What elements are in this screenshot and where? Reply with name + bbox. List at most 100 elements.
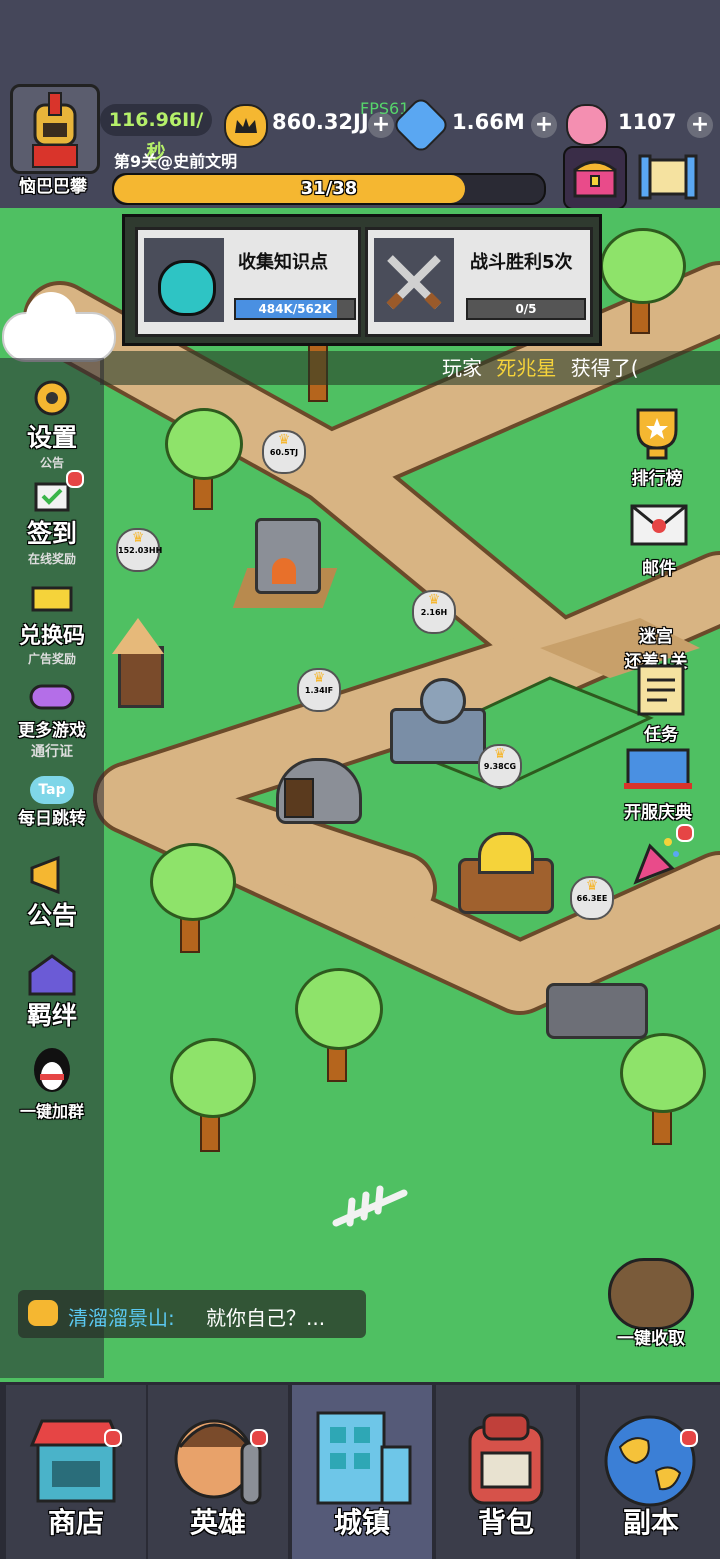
chat-message: 就你自己？...	[206, 1306, 326, 1330]
treasure-chest-button[interactable]	[563, 146, 627, 210]
forge-building[interactable]	[230, 508, 340, 618]
gear-icon	[34, 380, 70, 416]
candy-icon	[566, 104, 608, 146]
chat-speaker: 清溜溜景山:	[68, 1306, 175, 1330]
collect-all-button[interactable]: 一键收取	[604, 1258, 698, 1349]
task-button[interactable]: 任务	[616, 660, 706, 745]
checkin-notification-dot	[66, 470, 84, 488]
tap-icon: Tap	[30, 776, 74, 804]
coins-bag-icon	[608, 1258, 694, 1330]
redeem-code-button[interactable]: 兑换码 广告奖励	[0, 584, 104, 667]
hut-building[interactable]	[100, 618, 180, 708]
announcement-label: 公告	[26, 901, 77, 930]
chat-bar[interactable]: 清溜溜景山: 就你自己？...	[18, 1290, 366, 1338]
nav-shop[interactable]: 商店	[4, 1385, 146, 1559]
settings-label: 设置	[26, 423, 77, 452]
checkin-button[interactable]: 签到 在线奖励	[0, 478, 104, 567]
shop-notification-dot	[104, 1429, 122, 1447]
redeem-code-label: 兑换码	[18, 624, 85, 649]
pot-icon	[144, 238, 224, 322]
ranking-label: 排行榜	[631, 469, 683, 489]
arena-building[interactable]	[540, 963, 650, 1043]
ranking-button[interactable]: 排行榜	[610, 404, 704, 489]
quest-panel: 收集知识点 484K/562K 战斗胜利5次 0/5	[122, 214, 602, 346]
daily-jump-button[interactable]: Tap 每日跳转	[0, 776, 104, 829]
town-map[interactable]: ♛ 60.5TJ ♛ 152.03HH ♛ 2.16H ♛ 1.34IF ♛ 9.38CG…	[0, 208, 720, 1385]
trophy-icon	[636, 408, 678, 460]
dungeon-notification-dot	[680, 1429, 698, 1447]
announcement-button[interactable]: 公告	[0, 852, 104, 932]
cave-building[interactable]	[262, 748, 372, 828]
more-games-label: 更多游戏	[18, 721, 86, 741]
building-output-label: ♛ 2.16H	[412, 590, 456, 634]
settings-button[interactable]: 设置 公告	[0, 378, 104, 471]
ticker-suffix: 获得了(	[570, 356, 639, 380]
chat-bubble-icon	[28, 1300, 58, 1326]
mail-button[interactable]: 邮件	[612, 498, 706, 579]
battle-pass-sublabel: 通行证	[31, 744, 73, 760]
quest-progress-text: 484K/562K	[258, 302, 332, 316]
bond-button[interactable]: 羁绊	[0, 952, 104, 1032]
map-scroll-button[interactable]	[636, 146, 700, 206]
income-rate-badge: 116.96II/秒	[100, 104, 212, 163]
building-output-label: ♛ 66.3EE	[570, 876, 614, 920]
nav-town[interactable]: 城镇	[290, 1385, 432, 1559]
swirl-gem-icon	[391, 95, 451, 155]
ad-reward-sublabel: 广告奖励	[27, 652, 76, 666]
backpack-icon	[468, 1413, 544, 1505]
bones-decoration	[330, 1183, 410, 1233]
cloud-mascot[interactable]	[2, 292, 116, 362]
tribal-hall-building[interactable]	[448, 828, 558, 918]
quest-progress-bar: 0/5	[466, 298, 586, 320]
nav-backpack[interactable]: 背包	[434, 1385, 576, 1559]
crossed-swords-icon	[374, 238, 454, 322]
nav-dungeon-label: 副本	[622, 1506, 679, 1539]
celebration-label: 开服庆典	[624, 803, 692, 823]
nav-hero[interactable]: 英雄	[146, 1385, 288, 1559]
house-shield-icon	[28, 954, 76, 996]
quest-title: 收集知识点	[238, 252, 328, 273]
party-popper-icon[interactable]	[628, 832, 684, 888]
player-name: 恼巴巴攀	[19, 177, 87, 197]
envelope-icon	[630, 504, 688, 546]
player-avatar[interactable]	[10, 84, 100, 174]
ticker-prefix: 玩家	[442, 356, 482, 380]
building-output-label: ♛ 60.5TJ	[262, 430, 306, 474]
celebration-notification-dot	[676, 824, 694, 842]
quest-card[interactable]: 收集知识点 484K/562K	[135, 227, 361, 337]
quest-card[interactable]: 战斗胜利5次 0/5	[365, 227, 593, 337]
more-games-button[interactable]: 更多游戏 通行证	[0, 682, 104, 761]
ticker-player-name: 死兆星	[496, 356, 557, 380]
join-group-button[interactable]: 一键加群	[0, 1044, 104, 1122]
add-gems-button[interactable]: +	[531, 112, 557, 138]
crown-icon	[224, 104, 268, 148]
stone-house-building[interactable]	[380, 678, 490, 768]
penguin-icon	[34, 1048, 70, 1092]
quest-title: 战斗胜利5次	[470, 252, 573, 273]
bond-label: 羁绊	[26, 1001, 77, 1030]
broadcast-ticker: 玩家 死兆星 获得了(	[100, 351, 720, 385]
crown-amount: 860.32JJ	[272, 110, 369, 134]
daily-jump-label: 每日跳转	[18, 809, 86, 829]
quest-progress-text: 0/5	[515, 302, 537, 316]
maze-label: 迷宫	[639, 627, 673, 647]
spartan-helmet-icon	[32, 92, 78, 168]
announcement-sublabel: 公告	[39, 456, 64, 470]
stage-progress-text: 31/38	[300, 178, 358, 199]
join-group-label: 一键加群	[19, 1102, 84, 1121]
top-bar: 恼巴巴攀 116.96II/秒 第9关@史前文明 31/38 860.32JJ …	[0, 0, 720, 210]
checkin-label: 签到	[26, 519, 77, 548]
scroll-map-icon	[638, 154, 698, 200]
building-output-label: ♛ 9.38CG	[478, 744, 522, 788]
hero-icon	[174, 1419, 262, 1505]
collect-all-label: 一键收取	[617, 1329, 685, 1349]
treasure-chest-icon	[573, 160, 617, 198]
candy-amount: 1107	[618, 110, 677, 134]
celebration-button[interactable]: 开服庆典	[606, 746, 710, 823]
add-candy-button[interactable]: +	[687, 112, 713, 138]
globe-icon	[604, 1415, 696, 1507]
building-output-label: ♛ 152.03HH	[116, 528, 162, 572]
nav-dungeon[interactable]: 副本	[578, 1385, 720, 1559]
gem-amount: 1.66M	[452, 110, 525, 134]
hero-notification-dot	[250, 1429, 268, 1447]
